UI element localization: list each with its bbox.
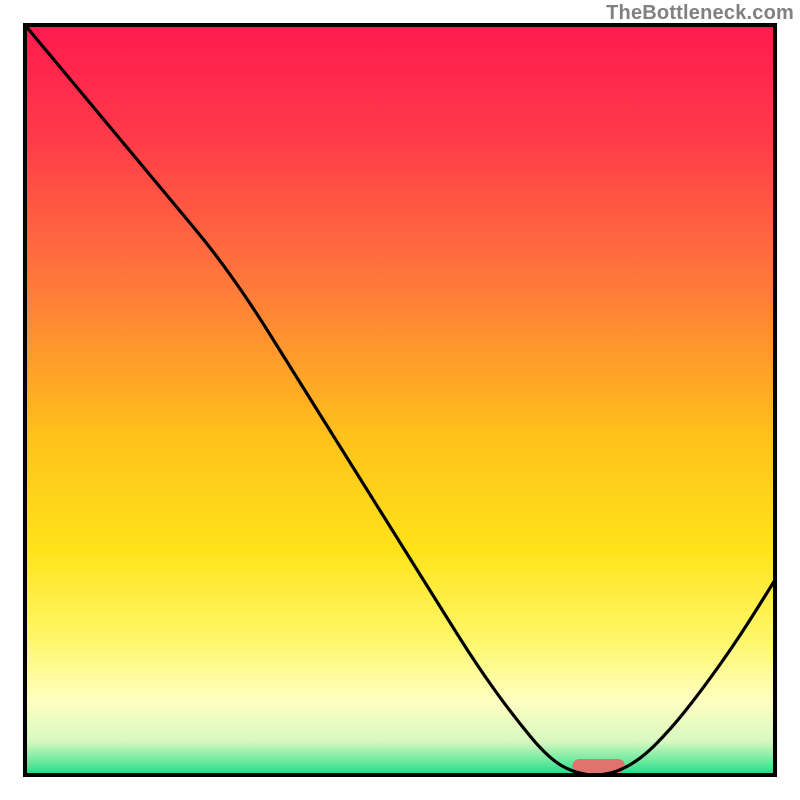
gradient-background	[25, 25, 775, 775]
bottleneck-chart	[0, 0, 800, 800]
chart-container: TheBottleneck.com	[0, 0, 800, 800]
watermark-text: TheBottleneck.com	[606, 2, 794, 25]
